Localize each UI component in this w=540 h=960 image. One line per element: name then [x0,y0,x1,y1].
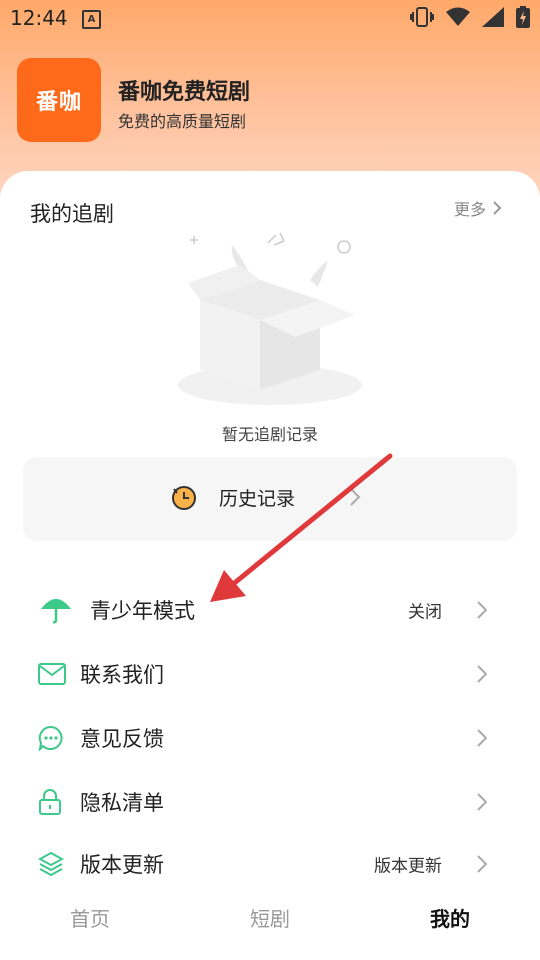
chevron-right-icon [477,601,488,619]
chevron-right-icon [477,793,488,811]
following-section-title: 我的追剧 [30,202,114,226]
menu-item-label: 联系我们 [80,663,164,687]
chevron-right-icon [477,665,488,683]
history-label: 历史记录 [219,488,296,510]
status-time: 12:44 [10,6,68,30]
clock-history-icon [172,485,196,510]
more-link[interactable]: 更多 [454,196,502,220]
app-logo-text: 番咖 [35,90,82,115]
notification-a-icon: A [82,10,101,29]
bottom-navigation: 首页 短剧 我的 [0,885,540,960]
signal-icon [482,7,504,27]
vibrate-icon [410,7,434,27]
app-logo: 番咖 [17,58,101,142]
chat-bubble-icon [38,725,63,751]
history-button[interactable]: 历史记录 [23,457,517,541]
menu-item-privacy-list[interactable]: 隐私清单 [0,772,540,832]
menu-item-label: 版本更新 [80,853,164,877]
chevron-right-icon [493,201,502,215]
layers-icon [38,851,64,877]
menu-item-value: 版本更新 [374,856,442,877]
history-button-content: 历史记录 [171,484,295,511]
battery-icon [516,6,530,28]
app-name: 番咖免费短剧 [118,80,251,105]
tab-short-dramas[interactable]: 短剧 [210,903,330,932]
tab-home[interactable]: 首页 [30,903,150,932]
menu-item-feedback[interactable]: 意见反馈 [0,708,540,768]
empty-box-illustration [178,232,362,405]
chevron-right-icon [350,488,361,506]
menu-item-label: 青少年模式 [90,599,195,623]
mail-icon [38,663,66,685]
tab-mine[interactable]: 我的 [390,903,510,932]
menu-item-label: 意见反馈 [80,727,164,751]
wifi-icon [446,7,470,26]
menu-item-label: 隐私清单 [80,791,164,815]
menu-item-value: 关闭 [408,602,442,623]
umbrella-icon [41,599,71,624]
lock-icon [39,789,61,815]
app-slogan: 免费的高质量短剧 [118,112,247,131]
more-link-label: 更多 [453,200,486,219]
empty-following-text: 暂无追剧记录 [221,425,318,444]
status-bar: 12:44 A [0,0,540,36]
chevron-right-icon [477,855,488,873]
chevron-right-icon [477,729,488,747]
menu-item-teen-mode[interactable]: 青少年模式 关闭 [0,580,540,640]
status-icons [410,6,530,28]
menu-item-contact-us[interactable]: 联系我们 [0,644,540,704]
